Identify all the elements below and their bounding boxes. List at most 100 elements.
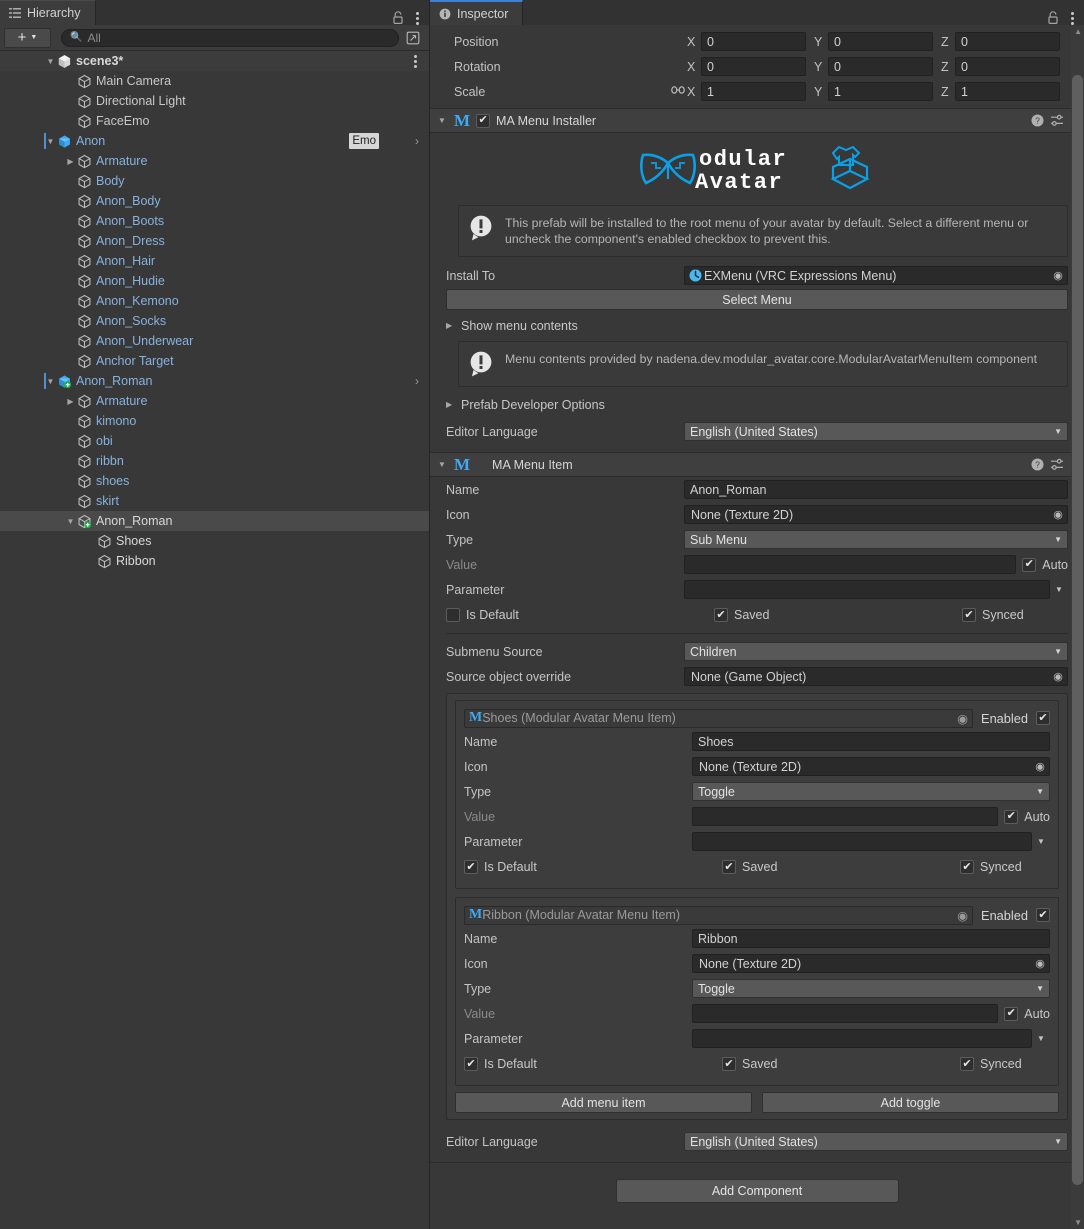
preset-icon[interactable]: [1050, 114, 1064, 127]
ma-menu-item-header[interactable]: ▼ M MA Menu Item ?: [430, 452, 1084, 477]
scene-twisty-icon[interactable]: ▼: [44, 57, 57, 66]
hierarchy-item-anon-roman[interactable]: ▼ Anon_Roman: [0, 511, 429, 531]
child-is-default-group[interactable]: Is Default: [464, 1057, 722, 1071]
hierarchy-item-anon-roman[interactable]: ▼ Anon_Roman ›: [0, 371, 429, 391]
saved-checkbox[interactable]: [714, 608, 728, 622]
search-filter-icon[interactable]: [403, 29, 423, 47]
hierarchy-item-anon-socks[interactable]: ▪Anon_Socks: [0, 311, 429, 331]
is-default-checkbox-group[interactable]: Is Default: [446, 608, 714, 622]
type-dropdown[interactable]: Sub Menu ▼: [684, 530, 1068, 549]
chevron-right-icon[interactable]: ›: [415, 134, 419, 148]
child-icon-field[interactable]: None (Texture 2D) ◉: [692, 757, 1050, 776]
inspector-menu-icon[interactable]: [1070, 11, 1074, 25]
hierarchy-item-armature[interactable]: ▶ Armature: [0, 391, 429, 411]
child-saved-checkbox[interactable]: [722, 1057, 736, 1071]
child-type-dropdown[interactable]: Toggle ▼: [692, 979, 1050, 998]
twisty-open-icon[interactable]: ▼: [64, 517, 77, 526]
transform-scale-y-input[interactable]: 1: [828, 82, 933, 101]
twisty-closed-icon[interactable]: ▶: [64, 157, 77, 166]
object-picker-icon[interactable]: ◉: [957, 711, 968, 726]
hierarchy-item-anon-underwear[interactable]: ▪Anon_Underwear: [0, 331, 429, 351]
synced-checkbox[interactable]: [962, 608, 976, 622]
object-picker-icon[interactable]: ◉: [1031, 758, 1049, 775]
child-name-input[interactable]: Shoes: [692, 732, 1050, 751]
child-parameter-input[interactable]: [692, 832, 1032, 851]
foldout-icon[interactable]: ▼: [438, 116, 448, 125]
component-enabled-checkbox[interactable]: [476, 113, 491, 128]
object-picker-icon[interactable]: ◉: [1049, 506, 1067, 523]
select-menu-button[interactable]: Select Menu: [446, 289, 1068, 310]
add-menu-item-button[interactable]: Add menu item: [455, 1092, 752, 1113]
hierarchy-item-ribbn[interactable]: ▪ribbn: [0, 451, 429, 471]
object-picker-icon[interactable]: ◉: [1049, 668, 1067, 685]
transform-position-z-input[interactable]: 0: [955, 32, 1060, 51]
child-is-default-checkbox[interactable]: [464, 1057, 478, 1071]
hierarchy-item-skirt[interactable]: ▪skirt: [0, 491, 429, 511]
transform-rotation-y-input[interactable]: 0: [828, 57, 933, 76]
child-auto-checkbox[interactable]: [1004, 1006, 1019, 1021]
add-gameobject-button[interactable]: + ▼: [4, 27, 51, 48]
hierarchy-item-shoes[interactable]: ▪shoes: [0, 471, 429, 491]
twisty-closed-icon[interactable]: ▶: [64, 397, 77, 406]
child-synced-group[interactable]: Synced: [960, 860, 1022, 874]
child-auto-checkbox[interactable]: [1004, 809, 1019, 824]
install-to-field[interactable]: EXMenu (VRC Expressions Menu) ◉: [684, 266, 1068, 285]
parameter-input[interactable]: [684, 580, 1050, 599]
child-synced-checkbox[interactable]: [960, 1057, 974, 1071]
show-menu-contents-foldout[interactable]: ▶ Show menu contents: [446, 314, 1068, 337]
foldout-icon[interactable]: ▼: [438, 460, 448, 469]
hierarchy-item-faceemo[interactable]: ▪FaceEmo: [0, 111, 429, 131]
hierarchy-item-anon[interactable]: ▼ Anon Emo ›: [0, 131, 429, 151]
hierarchy-item-anon-kemono[interactable]: ▪Anon_Kemono: [0, 291, 429, 311]
child-is-default-group[interactable]: Is Default: [464, 860, 722, 874]
hierarchy-item-anon-hair[interactable]: ▪Anon_Hair: [0, 251, 429, 271]
child-synced-group[interactable]: Synced: [960, 1057, 1022, 1071]
submenu-source-dropdown[interactable]: Children ▼: [684, 642, 1068, 661]
chevron-down-icon[interactable]: ▼: [1032, 837, 1050, 846]
scrollbar-thumb[interactable]: [1072, 75, 1083, 1185]
name-input[interactable]: Anon_Roman: [684, 480, 1068, 499]
synced-checkbox-group[interactable]: Synced: [962, 608, 1024, 622]
scroll-up-icon[interactable]: ▲: [1074, 27, 1082, 36]
scene-menu-icon[interactable]: [413, 55, 417, 68]
hierarchy-item-armature[interactable]: ▶ Armature: [0, 151, 429, 171]
tab-hierarchy[interactable]: Hierarchy: [0, 0, 96, 25]
transform-position-y-input[interactable]: 0: [828, 32, 933, 51]
tab-inspector[interactable]: Inspector: [430, 0, 524, 25]
child-value-input[interactable]: [692, 807, 999, 826]
child-object-reference[interactable]: M Shoes (Modular Avatar Menu Item) ◉: [464, 708, 974, 728]
child-name-input[interactable]: Ribbon: [692, 929, 1050, 948]
transform-rotation-x-input[interactable]: 0: [701, 57, 806, 76]
preset-icon[interactable]: [1050, 458, 1064, 471]
child-type-dropdown[interactable]: Toggle ▼: [692, 782, 1050, 801]
transform-position-x-input[interactable]: 0: [701, 32, 806, 51]
hierarchy-item-anon-hudie[interactable]: ▪Anon_Hudie: [0, 271, 429, 291]
hierarchy-item-directional-light[interactable]: ▪Directional Light: [0, 91, 429, 111]
child-synced-checkbox[interactable]: [960, 860, 974, 874]
hierarchy-item-body[interactable]: ▪Body: [0, 171, 429, 191]
chevron-down-icon[interactable]: ▼: [1032, 1034, 1050, 1043]
child-auto-group[interactable]: Auto: [1004, 1006, 1050, 1021]
scroll-down-icon[interactable]: ▼: [1074, 1218, 1082, 1227]
source-object-override-field[interactable]: None (Game Object) ◉: [684, 667, 1068, 686]
lock-icon[interactable]: [392, 11, 404, 25]
hierarchy-item-main-camera[interactable]: ▪Main Camera: [0, 71, 429, 91]
hierarchy-scene-row[interactable]: ▼ scene3*: [0, 51, 429, 71]
hierarchy-item-anchor-target[interactable]: ▪Anchor Target: [0, 351, 429, 371]
hierarchy-tree[interactable]: ▼ scene3* ▪Main Camera▪Directional Light…: [0, 51, 429, 1229]
is-default-checkbox[interactable]: [446, 608, 460, 622]
hierarchy-item-ribbon[interactable]: ▪Ribbon: [0, 551, 429, 571]
icon-field[interactable]: None (Texture 2D) ◉: [684, 505, 1068, 524]
child-enabled-checkbox[interactable]: [1036, 711, 1050, 725]
child-parameter-input[interactable]: [692, 1029, 1032, 1048]
hierarchy-search-input[interactable]: 🔍 All: [61, 28, 399, 47]
value-input[interactable]: [684, 555, 1017, 574]
auto-checkbox-group[interactable]: Auto: [1022, 557, 1068, 572]
help-icon[interactable]: ?: [1031, 458, 1044, 471]
help-icon[interactable]: ?: [1031, 114, 1044, 127]
child-auto-group[interactable]: Auto: [1004, 809, 1050, 824]
hierarchy-menu-icon[interactable]: [415, 11, 419, 25]
hierarchy-item-anon-body[interactable]: ▪Anon_Body: [0, 191, 429, 211]
child-icon-field[interactable]: None (Texture 2D) ◉: [692, 954, 1050, 973]
uniform-scale-link-icon[interactable]: [669, 85, 687, 98]
